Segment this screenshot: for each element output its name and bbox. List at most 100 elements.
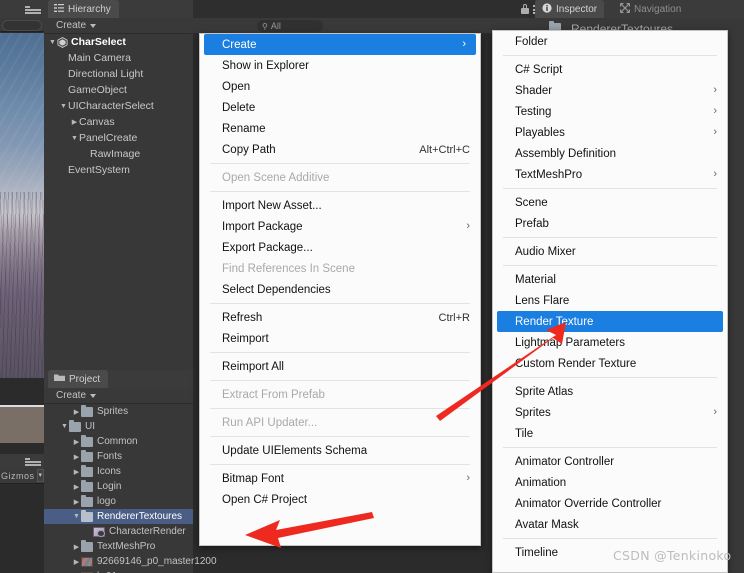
tab-project[interactable]: Project (48, 370, 109, 388)
menu-item-export-package[interactable]: Export Package... (200, 237, 480, 258)
menu-item-label: Audio Mixer (515, 245, 576, 258)
create-item-testing[interactable]: Testing › (493, 101, 727, 122)
create-item-audio-mixer[interactable]: Audio Mixer (493, 241, 727, 262)
chevron-down-icon[interactable]: ▼ (48, 39, 57, 46)
menu-item-update-uielements-schema[interactable]: Update UIElements Schema (200, 440, 480, 461)
project-create-button[interactable]: Create (44, 390, 97, 401)
menu-item-create[interactable]: Create › (204, 34, 476, 55)
menu-item-label: TextMeshPro (515, 168, 583, 181)
hierarchy-item-gameobject[interactable]: GameObject (44, 82, 193, 98)
scene-shading-mode-dropdown[interactable] (2, 20, 42, 31)
project-item-sprites[interactable]: ▶ Sprites (44, 404, 193, 419)
chevron-right-icon[interactable]: ▶ (70, 118, 79, 126)
folder-icon (81, 404, 93, 417)
create-item-tile[interactable]: Tile (493, 423, 727, 444)
create-item-lightmap-parameters[interactable]: Lightmap Parameters (493, 332, 727, 353)
create-item-scene[interactable]: Scene (493, 192, 727, 213)
chevron-right-icon[interactable]: ▶ (72, 483, 81, 491)
scene-viewport-image[interactable] (0, 33, 44, 378)
lock-icon[interactable] (521, 4, 529, 14)
hierarchy-item-uicharacterselect[interactable]: ▼ UICharacterSelect (44, 98, 193, 114)
menu-item-label: Import New Asset... (222, 199, 322, 212)
project-item-common[interactable]: ▶ Common (44, 434, 193, 449)
project-item-ui[interactable]: ▼ UI (44, 419, 193, 434)
search-value: All (270, 21, 281, 31)
menu-item-bitmap-font[interactable]: Bitmap Font › (200, 468, 480, 489)
scene-panel-menu-icon[interactable] (25, 6, 41, 14)
menu-item-select-dependencies[interactable]: Select Dependencies (200, 279, 480, 300)
project-tree[interactable]: ▶ Sprites ▼ UI ▶ Common ▶ Fonts ▶ Icons ▶ Login ▶ log… (44, 404, 217, 573)
chevron-down-icon[interactable]: ▼ (60, 423, 69, 430)
menu-item-reimport-all[interactable]: Reimport All (200, 356, 480, 377)
menu-item-delete[interactable]: Delete (200, 97, 480, 118)
hierarchy-item-rawimage[interactable]: RawImage (44, 146, 193, 162)
menu-item-copy-path[interactable]: Copy Path Alt+Ctrl+C (200, 139, 480, 160)
gizmos-label[interactable]: Gizmos (0, 471, 35, 481)
game-panel-menu-icon[interactable] (25, 458, 41, 466)
menu-item-rename[interactable]: Rename (200, 118, 480, 139)
create-item-material[interactable]: Material (493, 269, 727, 290)
hierarchy-item-main-camera[interactable]: Main Camera (44, 50, 193, 66)
hierarchy-item-eventsystem[interactable]: EventSystem (44, 162, 193, 178)
create-item-assembly-definition[interactable]: Assembly Definition (493, 143, 727, 164)
project-item-fonts[interactable]: ▶ Fonts (44, 449, 193, 464)
project-item-label: 92669146_p0_master1200 (97, 556, 217, 567)
hierarchy-item-canvas[interactable]: ▶ Canvas (44, 114, 193, 130)
chevron-right-icon[interactable]: ▶ (72, 408, 81, 416)
search-input[interactable]: ⚲ All (257, 20, 323, 32)
menu-item-open[interactable]: Open (200, 76, 480, 97)
chevron-right-icon[interactable]: ▶ (72, 468, 81, 476)
tab-navigation[interactable]: Navigation (613, 0, 689, 18)
create-item-animation[interactable]: Animation (493, 472, 727, 493)
chevron-down-icon[interactable]: ▼ (72, 513, 81, 520)
project-item-b-01[interactable]: ▶b-01 (44, 569, 193, 573)
chevron-down-icon[interactable]: ▼ (59, 103, 68, 110)
hierarchy-item-charselect[interactable]: ▼ CharSelect (44, 34, 193, 50)
menu-item-reimport[interactable]: Reimport (200, 328, 480, 349)
menu-item-label: Playables (515, 126, 565, 139)
project-item-logo[interactable]: ▶ logo (44, 494, 193, 509)
chevron-right-icon[interactable]: ▶ (72, 453, 81, 461)
create-item-prefab[interactable]: Prefab (493, 213, 727, 234)
chevron-right-icon[interactable]: ▶ (72, 543, 81, 551)
hierarchy-create-button[interactable]: Create (44, 20, 97, 31)
create-item-sprites[interactable]: Sprites › (493, 402, 727, 423)
menu-item-refresh[interactable]: Refresh Ctrl+R (200, 307, 480, 328)
chevron-right-icon[interactable]: ▶ (72, 558, 81, 566)
create-item-folder[interactable]: Folder (493, 31, 727, 52)
chevron-down-icon[interactable]: ▼ (70, 135, 79, 142)
hierarchy-item-directional-light[interactable]: Directional Light (44, 66, 193, 82)
create-item-c#-script[interactable]: C# Script (493, 59, 727, 80)
create-item-playables[interactable]: Playables › (493, 122, 727, 143)
menu-item-import-new-asset[interactable]: Import New Asset... (200, 195, 480, 216)
create-item-sprite-atlas[interactable]: Sprite Atlas (493, 381, 727, 402)
create-item-animator-override-controller[interactable]: Animator Override Controller (493, 493, 727, 514)
gizmos-dropdown-caret[interactable]: ▾ (36, 469, 44, 482)
project-item-label: logo (97, 496, 116, 507)
hierarchy-tree[interactable]: ▼ CharSelect Main Camera Directional Light G… (44, 34, 193, 370)
chevron-right-icon[interactable]: ▶ (72, 498, 81, 506)
create-item-avatar-mask[interactable]: Avatar Mask (493, 514, 727, 535)
menu-item-open-c#-project[interactable]: Open C# Project (200, 489, 480, 510)
tab-hierarchy[interactable]: Hierarchy (48, 0, 119, 18)
create-item-custom-render-texture[interactable]: Custom Render Texture (493, 353, 727, 374)
chevron-right-icon[interactable]: ▶ (72, 438, 81, 446)
menu-item-import-package[interactable]: Import Package › (200, 216, 480, 237)
project-item-login[interactable]: ▶ Login (44, 479, 193, 494)
menu-item-show-in-explorer[interactable]: Show in Explorer (200, 55, 480, 76)
create-item-animator-controller[interactable]: Animator Controller (493, 451, 727, 472)
project-item-92669146-p0-master1200[interactable]: ▶ 92669146_p0_master1200 (44, 554, 217, 569)
create-item-lens-flare[interactable]: Lens Flare (493, 290, 727, 311)
project-item-renderertextoures[interactable]: ▼ RendererTextoures (44, 509, 193, 524)
create-item-shader[interactable]: Shader › (493, 80, 727, 101)
project-item-characterrender[interactable]: CharacterRender (44, 524, 193, 539)
game-viewport[interactable] (0, 484, 44, 573)
project-item-textmeshpro[interactable]: ▶ TextMeshPro (44, 539, 193, 554)
create-item-textmeshpro[interactable]: TextMeshPro › (493, 164, 727, 185)
hierarchy-item-panelcreate[interactable]: ▼ PanelCreate (44, 130, 193, 146)
create-item-render-texture[interactable]: Render Texture (497, 311, 723, 332)
tab-inspector[interactable]: Inspector (535, 0, 605, 18)
asset-context-menu[interactable]: Create › Show in Explorer Open Delete Rename C… (199, 33, 481, 546)
project-item-icons[interactable]: ▶ Icons (44, 464, 193, 479)
create-submenu[interactable]: Folder C# Script Shader › Testing › Playables ›… (492, 30, 728, 573)
